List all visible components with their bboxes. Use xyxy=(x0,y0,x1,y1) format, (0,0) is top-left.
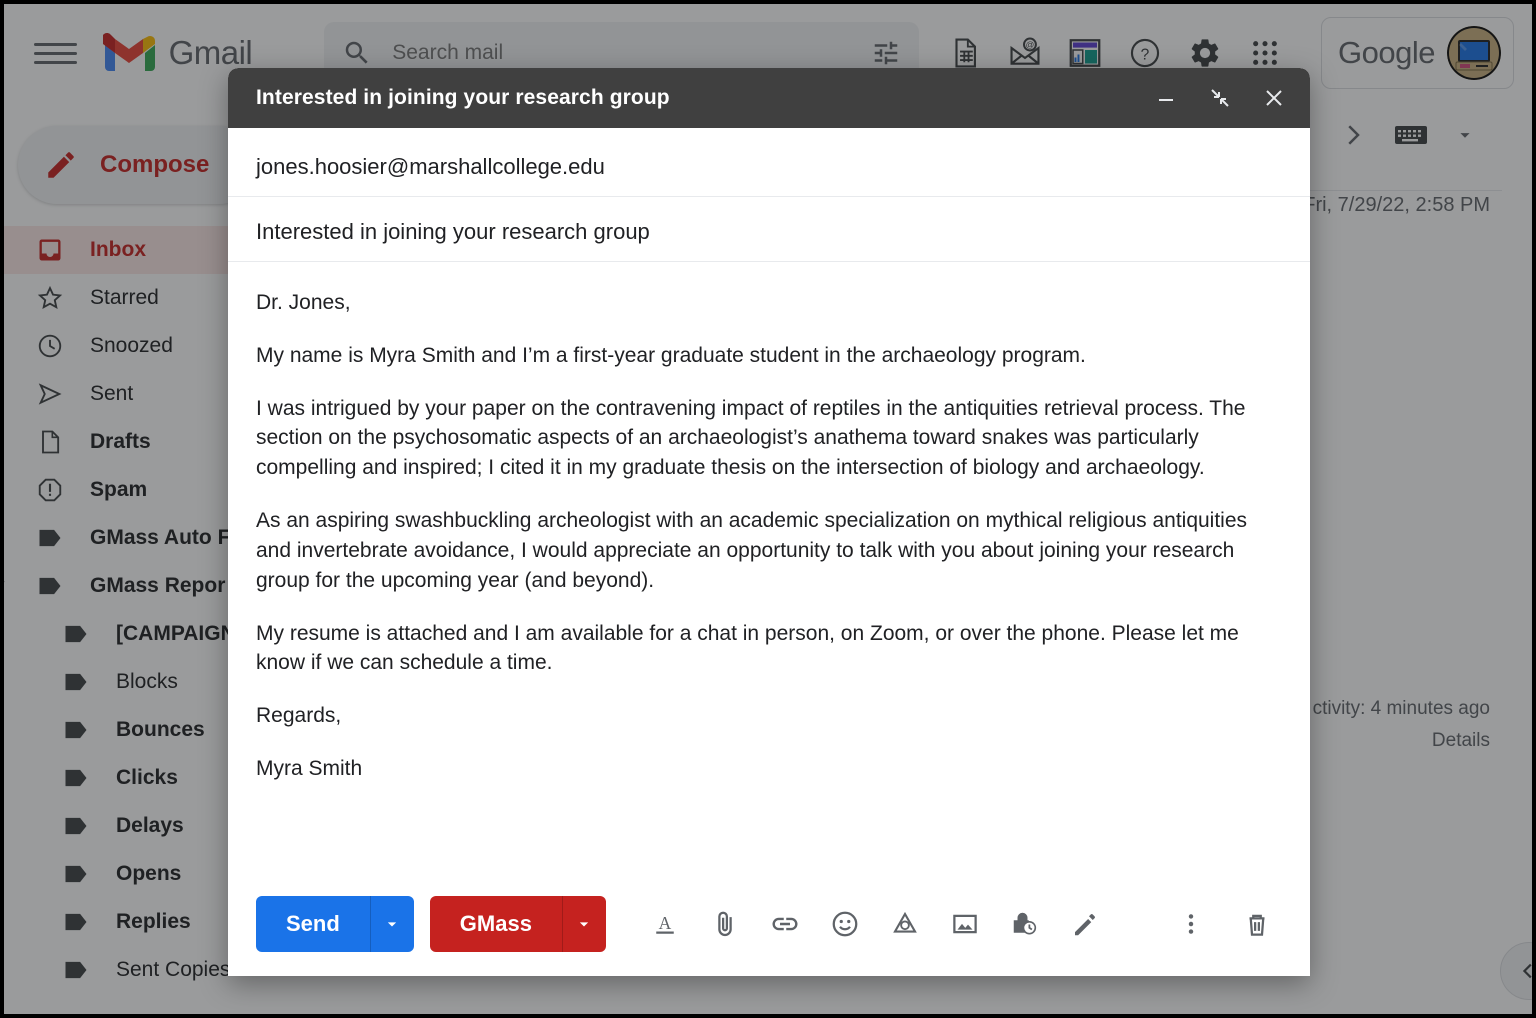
insert-link-icon[interactable] xyxy=(760,899,810,949)
gmass-label: GMass xyxy=(459,911,532,936)
screen: Gmail Search mail @ ? Google Compose Inb… xyxy=(0,0,1536,1018)
subject-value: Interested in joining your research grou… xyxy=(256,219,650,244)
insert-emoji-icon[interactable] xyxy=(820,899,870,949)
subject-field[interactable]: Interested in joining your research grou… xyxy=(228,197,1310,262)
gmass-button[interactable]: GMass xyxy=(429,896,606,952)
send-label: Send xyxy=(286,911,340,936)
body-paragraph: My resume is attached and I am available… xyxy=(256,621,1239,675)
compose-header[interactable]: Interested in joining your research grou… xyxy=(228,68,1310,128)
body-paragraph: Myra Smith xyxy=(256,756,363,780)
body-paragraph: Dr. Jones, xyxy=(256,291,351,314)
send-options-dropdown[interactable] xyxy=(369,896,414,952)
message-body[interactable]: Dr. Jones, My name is Myra Smith and I’m … xyxy=(228,262,1310,872)
insert-photo-icon[interactable] xyxy=(940,899,990,949)
send-button[interactable]: Send xyxy=(256,896,414,952)
compose-window[interactable]: Interested in joining your research grou… xyxy=(228,68,1310,976)
discard-draft-icon[interactable] xyxy=(1232,899,1282,949)
insert-drive-icon[interactable] xyxy=(880,899,930,949)
compose-toolbar: Send GMass A xyxy=(228,872,1310,976)
close-icon[interactable] xyxy=(1260,84,1288,112)
formatting-options-icon[interactable]: A xyxy=(640,899,690,949)
body-paragraph: As an aspiring swashbuckling archeologis… xyxy=(256,509,1248,592)
compose-window-controls xyxy=(1152,84,1288,112)
confidential-mode-icon[interactable] xyxy=(1000,899,1050,949)
formatting-toolbar: A xyxy=(640,899,1110,949)
body-paragraph: My name is Myra Smith and I’m a first-ye… xyxy=(256,343,1086,367)
more-options-icon[interactable] xyxy=(1166,899,1216,949)
insert-signature-icon[interactable] xyxy=(1060,899,1110,949)
exit-full-screen-icon[interactable] xyxy=(1206,84,1234,112)
compose-toolbar-right xyxy=(1166,899,1282,949)
recipients-value: jones.hoosier@marshallcollege.edu xyxy=(256,154,605,179)
body-paragraph: Regards, xyxy=(256,704,342,728)
svg-text:A: A xyxy=(659,913,672,933)
compose-title: Interested in joining your research grou… xyxy=(256,86,670,109)
body-paragraph: I was intrigued by your paper on the con… xyxy=(256,396,1246,480)
attach-file-icon[interactable] xyxy=(700,899,750,949)
gmass-options-dropdown[interactable] xyxy=(561,896,606,952)
minimize-icon[interactable] xyxy=(1152,84,1180,112)
recipients-field[interactable]: jones.hoosier@marshallcollege.edu xyxy=(228,128,1310,197)
